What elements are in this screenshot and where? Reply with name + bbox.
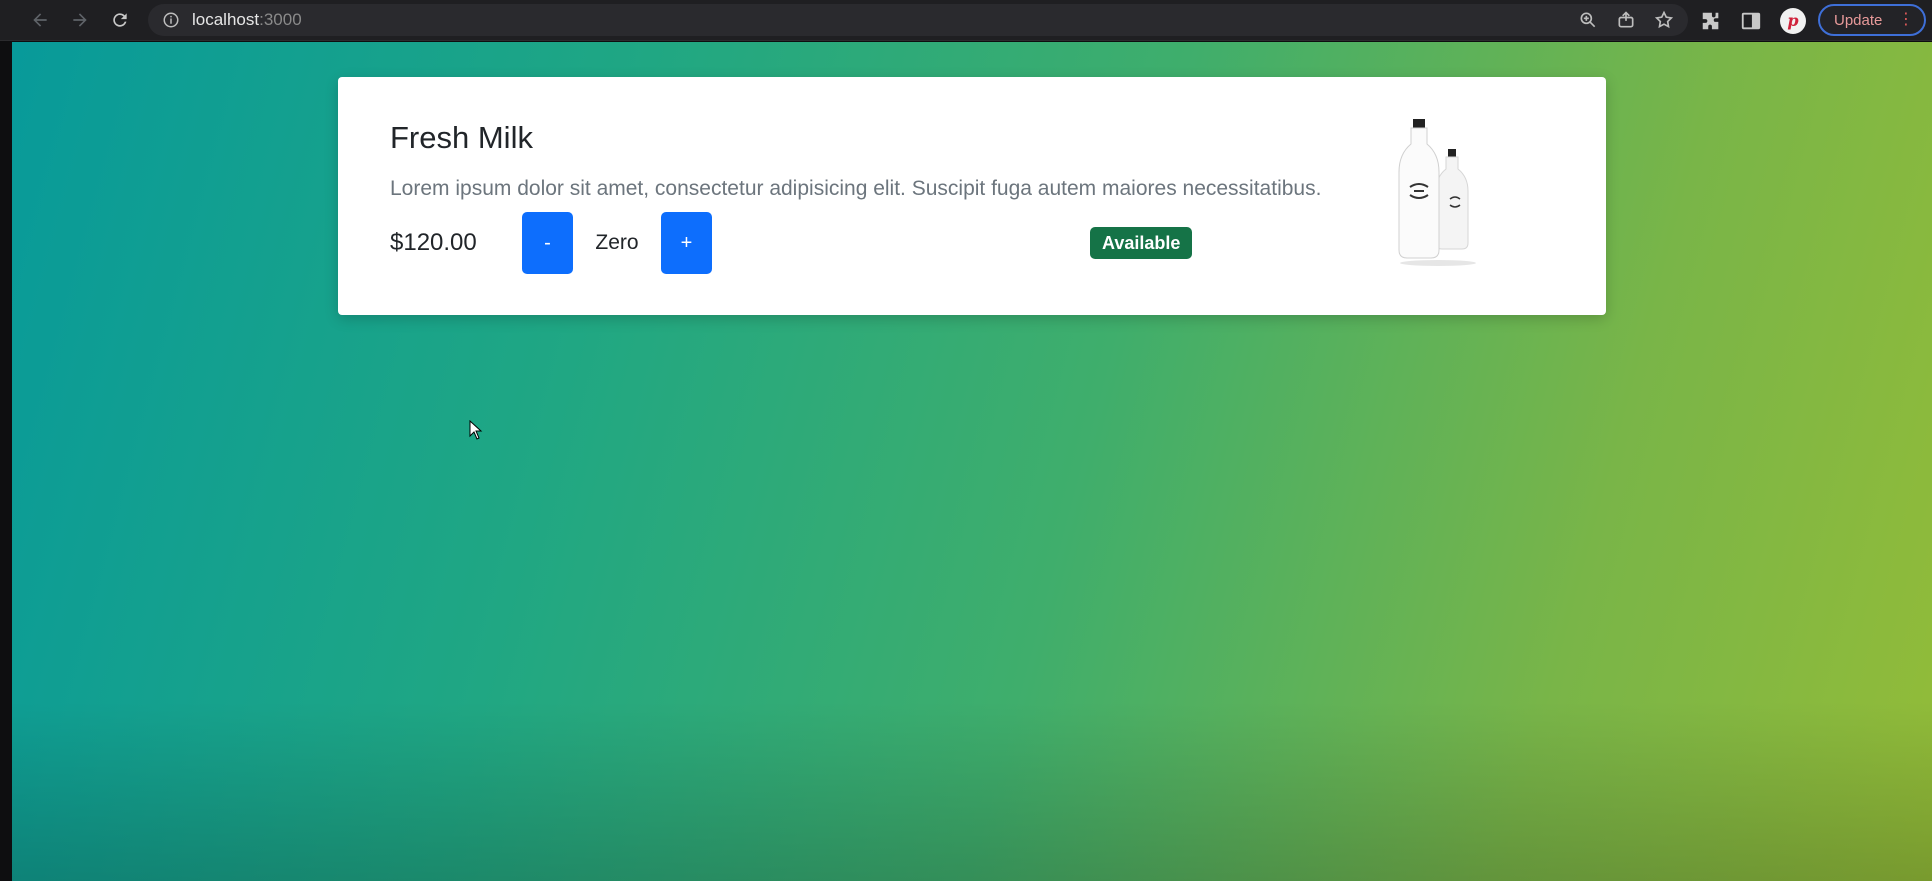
url-host: localhost <box>192 10 260 29</box>
decrement-button[interactable]: - <box>522 212 573 274</box>
forward-icon <box>73 13 87 27</box>
back-icon <box>33 13 47 27</box>
url-port: :3000 <box>259 10 302 29</box>
avatar-letter: p <box>1787 11 1799 30</box>
product-card: Fresh Milk Lorem ipsum dolor sit amet, c… <box>338 77 1606 315</box>
update-button[interactable]: Update ⋮ <box>1818 4 1926 36</box>
product-description: Lorem ipsum dolor sit amet, consectetur … <box>390 177 1322 200</box>
address-bar[interactable]: localhost:3000 <box>148 4 1688 36</box>
quantity-controls: $120.00 - Zero + <box>390 212 712 274</box>
back-button[interactable] <box>20 0 60 40</box>
status-badge: Available <box>1090 227 1193 259</box>
bookmark-star-icon[interactable] <box>1654 10 1674 30</box>
mouse-cursor-icon <box>469 420 483 440</box>
increment-button[interactable]: + <box>661 212 712 274</box>
forward-button[interactable] <box>60 0 100 40</box>
reload-icon <box>113 13 127 27</box>
quantity-value: Zero <box>595 231 639 254</box>
page-viewport: Fresh Milk Lorem ipsum dolor sit amet, c… <box>12 42 1932 881</box>
milk-bottles-image <box>1398 119 1476 266</box>
zoom-icon[interactable] <box>1578 10 1598 30</box>
update-label: Update <box>1834 11 1883 29</box>
product-price: $120.00 <box>390 229 477 256</box>
extensions-icon[interactable] <box>1700 10 1722 32</box>
browser-toolbar: localhost:3000 p Update ⋮ <box>0 0 1932 41</box>
reload-button[interactable] <box>100 0 140 40</box>
site-info-icon[interactable] <box>162 11 180 29</box>
kebab-menu-icon[interactable]: ⋮ <box>1898 12 1914 28</box>
share-icon[interactable] <box>1616 10 1636 30</box>
product-title: Fresh Milk <box>390 120 533 155</box>
profile-avatar[interactable]: p <box>1780 7 1806 34</box>
side-panel-icon[interactable] <box>1740 10 1762 32</box>
